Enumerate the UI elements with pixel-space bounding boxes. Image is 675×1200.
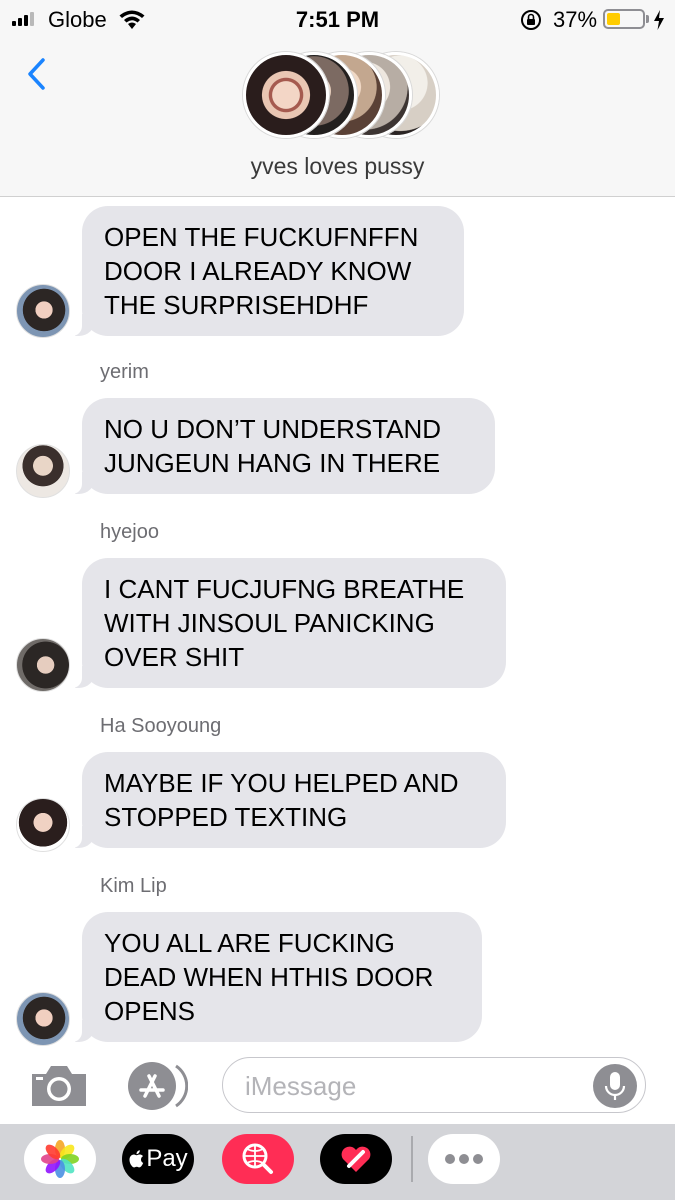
digital-touch-icon xyxy=(341,1146,371,1172)
compose-bar xyxy=(0,1048,675,1124)
message-thread[interactable]: OPEN THE FUCKUFNFFN DOOR I ALREADY KNOW … xyxy=(0,198,675,1048)
dictation-button[interactable] xyxy=(593,1064,637,1108)
sender-avatar[interactable] xyxy=(16,284,70,338)
status-bar: Globe 7:51 PM 37% xyxy=(0,0,675,40)
drawer-divider xyxy=(411,1136,413,1182)
sender-avatar[interactable] xyxy=(16,798,70,852)
message-input[interactable] xyxy=(245,1066,585,1106)
battery-percent: 37% xyxy=(553,7,598,32)
camera-icon xyxy=(32,1066,86,1106)
message-bubble[interactable]: MAYBE IF YOU HELPED AND STOPPED TEXTING xyxy=(71,752,506,848)
sender-avatar[interactable] xyxy=(16,444,70,498)
chevron-left-icon xyxy=(28,58,45,90)
web-image-search-button[interactable] xyxy=(222,1134,294,1184)
microphone-icon xyxy=(604,1072,626,1100)
group-avatar-stack[interactable] xyxy=(243,52,439,138)
more-apps-icon xyxy=(445,1154,483,1164)
group-avatar-1 xyxy=(243,52,329,138)
sender-name: hyejoo xyxy=(100,521,159,543)
app-store-button[interactable] xyxy=(124,1060,189,1112)
conversation-header: yves loves pussy xyxy=(0,40,675,197)
message-bubble[interactable]: YOU ALL ARE FUCKING DEAD WHEN HTHIS DOOR… xyxy=(71,912,482,1042)
sender-name: Kim Lip xyxy=(100,875,167,897)
orientation-lock-icon xyxy=(521,10,541,30)
message-bubble[interactable]: NO U DON’T UNDERSTAND JUNGEUN HANG IN TH… xyxy=(71,398,495,494)
sender-avatar[interactable] xyxy=(16,638,70,692)
app-store-icon xyxy=(128,1062,189,1110)
message-input-field[interactable] xyxy=(222,1057,646,1113)
sender-name: Ha Sooyoung xyxy=(100,715,222,737)
apple-pay-icon xyxy=(129,1150,144,1168)
battery-icon xyxy=(603,9,645,29)
sender-name: yerim xyxy=(100,361,149,383)
battery-level xyxy=(607,13,620,25)
apple-pay-label: Pay xyxy=(146,1145,188,1172)
photos-app-icon xyxy=(41,1140,79,1178)
app-drawer: Pay xyxy=(0,1124,675,1200)
message-bubble[interactable]: OPEN THE FUCKUFNFFN DOOR I ALREADY KNOW … xyxy=(71,206,464,336)
digital-touch-button[interactable] xyxy=(320,1134,392,1184)
more-apps-button[interactable] xyxy=(428,1134,500,1184)
photos-app-button[interactable] xyxy=(24,1134,96,1184)
sender-avatar[interactable] xyxy=(16,992,70,1046)
charging-bolt-icon xyxy=(654,10,664,30)
message-bubble[interactable]: I CANT FUCJUFNG BREATHE WITH JINSOUL PAN… xyxy=(71,558,506,688)
camera-button[interactable] xyxy=(28,1062,90,1110)
back-button[interactable] xyxy=(18,52,58,96)
battery-tip xyxy=(646,15,649,23)
apple-pay-button[interactable]: Pay xyxy=(122,1134,194,1184)
group-name[interactable]: yves loves pussy xyxy=(0,153,675,180)
web-image-search-icon xyxy=(242,1143,273,1174)
